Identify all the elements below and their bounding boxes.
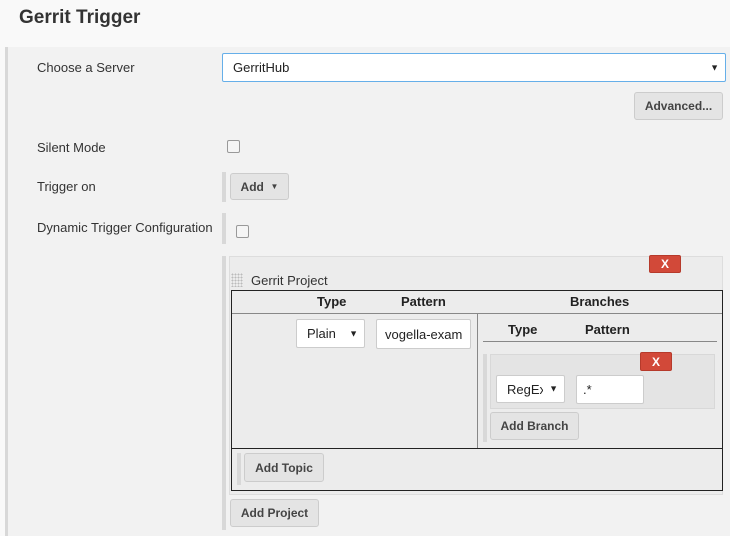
section-bar — [222, 172, 226, 202]
add-label: Add — [240, 179, 264, 194]
dynamic-trigger-label: Dynamic Trigger Configuration — [37, 220, 213, 235]
col-branches-header: Branches — [570, 294, 630, 309]
divider — [232, 448, 722, 449]
dropdown-arrow-icon: ▼ — [710, 62, 719, 72]
add-branch-button[interactable]: Add Branch — [490, 412, 579, 440]
branch-type-value: RegEx — [507, 381, 543, 397]
section-bar — [222, 213, 226, 244]
delete-project-button[interactable]: X — [649, 255, 681, 273]
branch-type-header: Type — [508, 322, 538, 337]
add-project-button[interactable]: Add Project — [230, 499, 319, 527]
caret-down-icon: ▼ — [270, 182, 279, 191]
silent-mode-label: Silent Mode — [37, 140, 106, 155]
dropdown-arrow-icon: ▼ — [349, 328, 358, 338]
page-title: Gerrit Trigger — [19, 7, 141, 28]
dynamic-trigger-checkbox[interactable] — [236, 225, 249, 238]
divider — [483, 341, 717, 342]
trigger-on-label: Trigger on — [37, 179, 96, 194]
branch-pattern-input[interactable] — [576, 375, 644, 404]
dropdown-arrow-icon: ▼ — [549, 383, 558, 394]
silent-mode-checkbox[interactable] — [227, 140, 240, 153]
divider — [477, 314, 478, 448]
server-label: Choose a Server — [37, 60, 135, 75]
delete-branch-button[interactable]: X — [640, 352, 672, 371]
advanced-button[interactable]: Advanced... — [634, 92, 723, 120]
drag-handle-icon[interactable] — [231, 273, 243, 287]
col-pattern-header: Pattern — [401, 294, 446, 309]
server-select[interactable]: GerritHub ▼ — [222, 53, 726, 82]
add-trigger-button[interactable]: Add ▼ — [230, 173, 289, 200]
add-topic-button[interactable]: Add Topic — [244, 453, 324, 482]
project-type-value: Plain — [307, 326, 336, 341]
server-value: GerritHub — [233, 60, 290, 75]
project-type-select[interactable]: Plain ▼ — [296, 319, 365, 348]
section-bar — [237, 453, 241, 485]
project-pattern-input[interactable] — [376, 319, 471, 349]
branch-pattern-header: Pattern — [585, 322, 630, 337]
section-bar — [483, 354, 487, 442]
section-bar — [222, 256, 226, 530]
branch-type-select[interactable]: RegEx ▼ — [496, 375, 565, 403]
project-heading: Gerrit Project — [251, 273, 328, 288]
col-type-header: Type — [317, 294, 347, 309]
